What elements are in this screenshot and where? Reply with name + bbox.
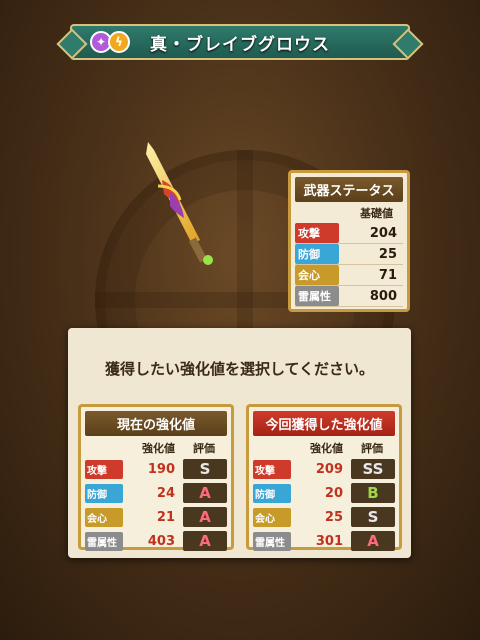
stat-value: 800	[369, 288, 397, 304]
stat-value: 25	[324, 509, 343, 525]
stat-label: 攻撃	[253, 459, 291, 479]
current-row-critical: 会心 21 A	[85, 506, 227, 528]
stat-row-attack: 攻撃 204	[295, 223, 403, 244]
weapon-status-title: 武器ステータス	[295, 177, 403, 202]
weapon-title: 真・ブレイブグロウス	[150, 34, 330, 55]
stat-value: 21	[156, 509, 175, 525]
grade-badge: A	[183, 531, 227, 551]
value-column-header: 強化値	[142, 442, 175, 455]
stat-value: 24	[156, 485, 175, 501]
stat-value: 20	[324, 485, 343, 501]
grade-badge: A	[183, 483, 227, 503]
stat-value: 71	[378, 267, 397, 283]
column-headers: 強化値 評価	[253, 440, 395, 456]
weapon-status-panel: 武器ステータス 基礎値 攻撃 204 防御 25 会心 71 雷属性 800	[288, 170, 410, 312]
grade-badge: S	[351, 507, 395, 527]
stat-value: 301	[315, 533, 343, 549]
column-headers: 強化値 評価	[85, 440, 227, 456]
grade-badge: A	[183, 507, 227, 527]
grade-badge: B	[351, 483, 395, 503]
stat-label: 防御	[253, 483, 291, 503]
title-banner: ✦ ϟ 真・ブレイブグロウス	[70, 24, 410, 60]
lightning-icon: ϟ	[108, 31, 130, 53]
grade-badge: A	[351, 531, 395, 551]
new-row-critical: 会心 25 S	[253, 506, 395, 528]
current-values-card[interactable]: 現在の強化値 強化値 評価 攻撃 190 S 防御 24 A 会心 21 A 雷…	[78, 404, 234, 552]
stat-row-defense: 防御 25	[295, 244, 403, 265]
stat-value: 209	[315, 461, 343, 477]
value-column-header: 強化値	[310, 442, 343, 455]
current-row-thunder: 雷属性 403 A	[85, 530, 227, 552]
element-icons: ✦ ϟ	[90, 31, 130, 53]
stat-value: 190	[147, 461, 175, 477]
stat-label: 会心	[295, 265, 339, 285]
stat-label: 雷属性	[85, 531, 123, 551]
stat-row-critical: 会心 71	[295, 265, 403, 286]
current-row-defense: 防御 24 A	[85, 482, 227, 504]
new-values-card[interactable]: 今回獲得した強化値 強化値 評価 攻撃 209 SS 防御 20 B 会心 25…	[246, 404, 402, 552]
grade-badge: SS	[351, 459, 395, 479]
stat-value: 403	[147, 533, 175, 549]
new-row-defense: 防御 20 B	[253, 482, 395, 504]
grade-column-header: 評価	[193, 442, 215, 455]
current-values-title: 現在の強化値	[85, 411, 227, 436]
grade-column-header: 評価	[361, 442, 383, 455]
stat-label: 雷属性	[295, 286, 339, 306]
new-values-title: 今回獲得した強化値	[253, 411, 395, 436]
stat-label: 会心	[85, 507, 123, 527]
new-row-attack: 攻撃 209 SS	[253, 458, 395, 480]
weapon-image	[146, 142, 213, 265]
stat-value: 25	[378, 246, 397, 262]
stat-label: 防御	[295, 244, 339, 264]
stat-label: 会心	[253, 507, 291, 527]
stat-row-thunder: 雷属性 800	[295, 286, 403, 307]
stat-value: 204	[369, 225, 397, 241]
new-row-thunder: 雷属性 301 A	[253, 530, 395, 552]
base-value-header: 基礎値	[360, 207, 393, 220]
stat-label: 防御	[85, 483, 123, 503]
stat-label: 雷属性	[253, 531, 291, 551]
current-row-attack: 攻撃 190 S	[85, 458, 227, 480]
grade-badge: S	[183, 459, 227, 479]
stat-label: 攻撃	[85, 459, 123, 479]
stat-label: 攻撃	[295, 223, 339, 243]
prompt-text: 獲得したい強化値を選択してください。	[104, 360, 375, 378]
